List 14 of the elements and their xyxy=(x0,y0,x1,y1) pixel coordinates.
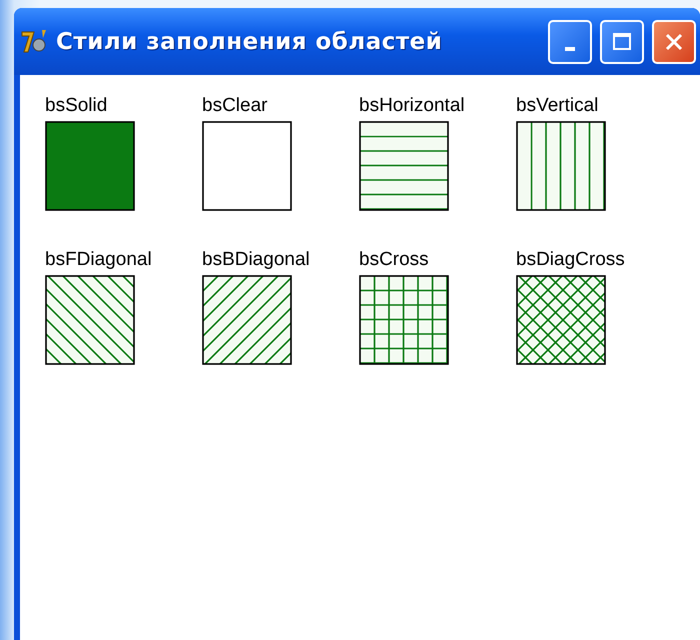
style-label: bsHorizontal xyxy=(359,95,465,117)
minimize-icon xyxy=(565,46,575,50)
style-label: bsSolid xyxy=(45,95,108,117)
maximize-button[interactable] xyxy=(600,20,644,64)
maximize-icon xyxy=(612,32,632,52)
minimize-button[interactable] xyxy=(548,20,592,64)
style-label: bsVertical xyxy=(516,95,598,117)
close-button[interactable] xyxy=(652,20,696,64)
style-label: bsCross xyxy=(359,249,429,271)
style-label: bsFDiagonal xyxy=(45,249,152,271)
style-label: bsClear xyxy=(202,95,268,117)
window-title: Стили заполнения областей xyxy=(56,28,444,54)
style-label: bsDiagCross xyxy=(516,249,625,271)
style-label: bsBDiagonal xyxy=(202,249,310,271)
